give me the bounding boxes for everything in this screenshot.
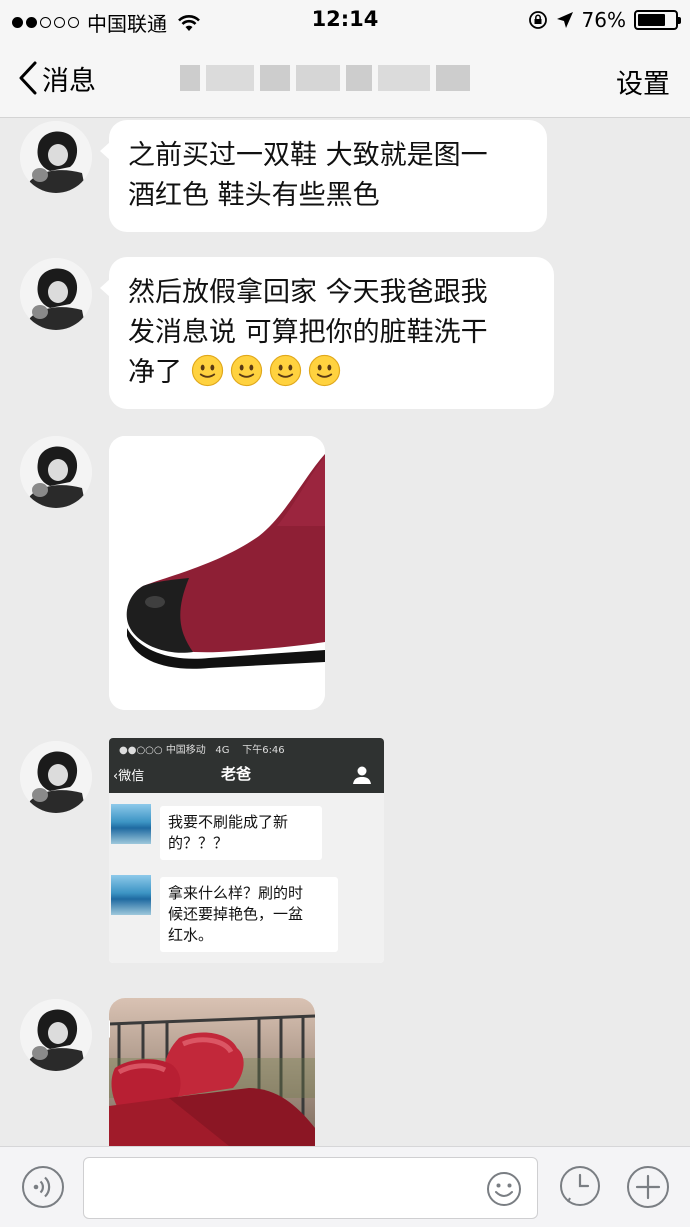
avatar[interactable] — [20, 999, 92, 1071]
chevron-left-icon — [19, 61, 37, 95]
avatar[interactable] — [20, 741, 92, 813]
embedded-message-line: 的？？？ — [168, 834, 229, 852]
message-input[interactable] — [83, 1157, 538, 1219]
status-right: 76% — [528, 8, 681, 32]
embedded-back: ‹微信 — [113, 769, 145, 784]
red-fur-boots-photo-icon — [109, 998, 315, 1146]
embedded-status-bar: ●●○○○ 中国移动 4G 下午6:46 — [119, 745, 285, 756]
smile-emoji-icon — [230, 354, 262, 387]
embedded-message-line: 候还要掉艳色，一盆 — [168, 905, 304, 923]
message-bubble[interactable]: 然后放假拿回家 今天我爸跟我 发消息说 可算把你的脏鞋洗干 净了 — [100, 257, 554, 409]
user-avatar-icon — [20, 999, 92, 1071]
user-avatar-icon — [20, 741, 92, 813]
image-message[interactable] — [109, 998, 315, 1146]
history-clock-icon[interactable] — [558, 1165, 602, 1209]
message-line-with-emoji: 净了 — [128, 353, 534, 393]
emoji-face-icon[interactable] — [486, 1171, 522, 1207]
location-arrow-icon — [556, 12, 573, 28]
nav-bar: 消息 设置 — [0, 40, 690, 118]
smile-emoji-icon — [308, 354, 340, 387]
embedded-message-line: 红水。 — [168, 926, 214, 944]
embedded-avatar — [111, 875, 151, 915]
embedded-chat-body: 我要不刷能成了新 的？？？ 拿来什么样？刷的时 候还要掉艳色，一盆 红水。 — [109, 793, 384, 963]
person-icon — [353, 766, 371, 784]
user-avatar-icon — [20, 258, 92, 330]
avatar[interactable] — [20, 121, 92, 193]
embedded-message-line: 拿来什么样？刷的时 — [168, 884, 304, 902]
screenshot-message[interactable]: ●●○○○ 中国移动 4G 下午6:46 ‹微信 老爸 我要不刷能成了新 的？？… — [109, 738, 384, 963]
battery-icon — [634, 10, 681, 30]
avatar[interactable] — [20, 258, 92, 330]
battery-percent: 76% — [581, 8, 626, 32]
message-line: 然后放假拿回家 今天我爸跟我 — [128, 277, 488, 308]
chat-title-obscured — [180, 60, 500, 96]
embedded-network: 4G — [215, 745, 230, 756]
user-avatar-icon — [20, 121, 92, 193]
embedded-time: 下午6:46 — [242, 745, 285, 756]
smile-emoji-icon — [191, 354, 223, 387]
embedded-message-bubble: 我要不刷能成了新 的？？？ — [160, 806, 322, 860]
avatar[interactable] — [20, 436, 92, 508]
input-bar — [0, 1146, 690, 1227]
back-label: 消息 — [42, 65, 96, 97]
image-message[interactable] — [109, 436, 325, 710]
battery-fill — [638, 14, 666, 26]
message-line: 之前买过一双鞋 大致就是图一 — [128, 140, 488, 171]
embedded-message-bubble: 拿来什么样？刷的时 候还要掉艳色，一盆 红水。 — [160, 877, 338, 952]
message-line: 发消息说 可算把你的脏鞋洗干 — [128, 317, 488, 348]
user-avatar-icon — [20, 436, 92, 508]
plus-add-icon[interactable] — [626, 1165, 670, 1209]
embedded-carrier: 中国移动 — [165, 745, 206, 756]
status-bar: 中国联通 12:14 76% — [0, 0, 690, 40]
voice-input-icon[interactable] — [21, 1165, 65, 1209]
embedded-back-label: 微信 — [118, 769, 145, 784]
smile-emoji-icon — [269, 354, 301, 387]
back-button[interactable]: 消息 — [18, 58, 96, 98]
burgundy-boot-image-icon — [109, 436, 325, 710]
message-line: 酒红色 鞋头有些黑色 — [128, 180, 380, 211]
embedded-avatar — [111, 804, 151, 844]
rotation-lock-icon — [528, 11, 547, 29]
embedded-nav-bar: ●●○○○ 中国移动 4G 下午6:46 ‹微信 老爸 — [109, 738, 384, 793]
embedded-title: 老爸 — [221, 765, 252, 783]
embedded-message-line: 我要不刷能成了新 — [168, 813, 289, 831]
message-line: 净了 — [128, 357, 182, 388]
message-bubble[interactable]: 之前买过一双鞋 大致就是图一 酒红色 鞋头有些黑色 — [100, 120, 547, 232]
settings-button[interactable]: 设置 — [616, 62, 670, 101]
